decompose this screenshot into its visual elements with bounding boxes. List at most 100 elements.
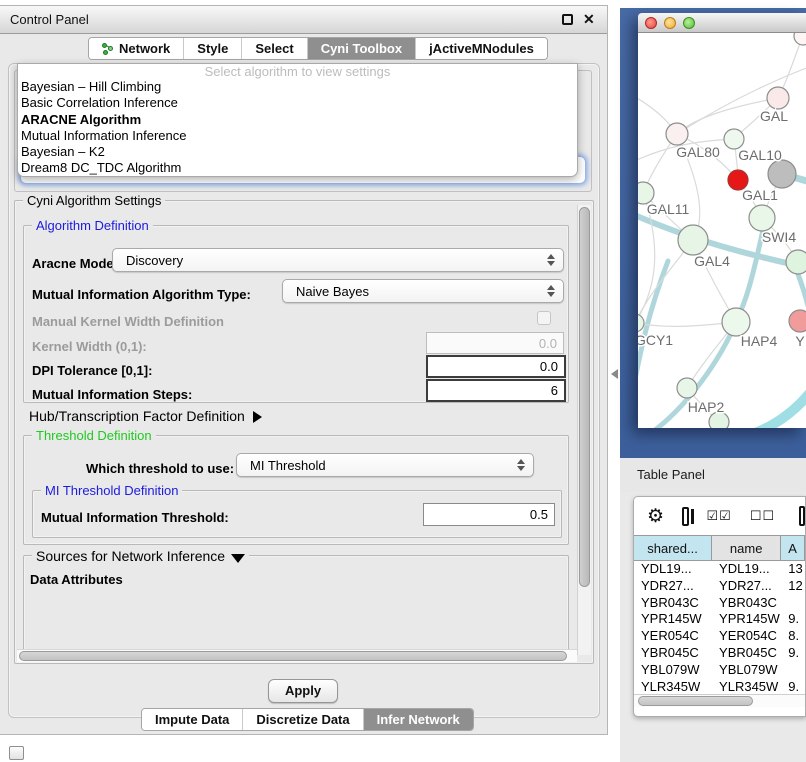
cyni-algorithm-settings-group: Cyni Algorithm Settings Algorithm Defini… xyxy=(14,200,594,664)
network-graph[interactable]: GALGAL80GAL10GAL1GAL11SWI4GAL4GCY1HAP4YH… xyxy=(638,33,806,428)
tab-infer-network[interactable]: Infer Network xyxy=(364,709,473,730)
panel-splitter-icon[interactable] xyxy=(611,369,618,379)
dropdown-item[interactable]: Dream8 DC_TDC Algorithm xyxy=(18,160,577,176)
table-cell: 8. xyxy=(781,628,805,645)
tab-select[interactable]: Select xyxy=(242,38,307,59)
sources-group-title[interactable]: Sources for Network Inference xyxy=(32,548,249,564)
tab-discretize-data[interactable]: Discretize Data xyxy=(243,709,363,730)
network-canvas[interactable]: GALGAL80GAL10GAL1GAL11SWI4GAL4GCY1HAP4YH… xyxy=(638,33,806,428)
algorithm-dropdown[interactable]: Select algorithm to view settings Bayesi… xyxy=(17,63,578,177)
network-node[interactable] xyxy=(638,314,644,332)
tab-cyni-toolbox[interactable]: Cyni Toolbox xyxy=(308,38,416,59)
scrollbar-thumb[interactable] xyxy=(19,651,567,661)
node-label: GAL11 xyxy=(647,201,690,217)
column-header[interactable]: A xyxy=(781,536,805,560)
select-all-checks-icon[interactable]: ☑☑ xyxy=(707,508,732,524)
column-header[interactable]: name xyxy=(712,536,781,560)
network-icon xyxy=(102,43,114,55)
close-icon[interactable]: ✕ xyxy=(583,11,595,28)
kernel-width-value: 0.0 xyxy=(539,336,557,351)
tab-label: Style xyxy=(197,41,228,56)
table-row[interactable]: YBR043CYBR043C xyxy=(634,595,805,612)
settings-vertical-scrollbar[interactable] xyxy=(577,205,591,655)
network-node[interactable] xyxy=(768,160,796,188)
dropdown-item[interactable]: Mutual Information Inference xyxy=(18,128,577,144)
table-cell: YER054C xyxy=(634,628,712,645)
network-edge[interactable] xyxy=(750,385,806,428)
table-row[interactable]: YDL19...YDL19...13 xyxy=(634,561,805,578)
node-label: GCY1 xyxy=(638,332,673,348)
table-cell: YBR043C xyxy=(634,595,712,612)
network-node[interactable] xyxy=(724,129,744,149)
table-row[interactable]: YDR27...YDR27...12 xyxy=(634,578,805,595)
data-attributes-label: Data Attributes xyxy=(30,572,123,587)
dropdown-item[interactable]: Basic Correlation Inference xyxy=(18,95,577,111)
table-cell: YBR043C xyxy=(712,595,781,612)
minimize-traffic-light-icon[interactable] xyxy=(664,17,676,29)
table-cell xyxy=(781,662,805,679)
dropdown-item[interactable]: ARACNE Algorithm xyxy=(18,112,577,128)
gear-icon[interactable]: ⚙ xyxy=(647,507,664,526)
which-threshold-combo[interactable]: MI Threshold xyxy=(236,453,534,477)
scrollbar-thumb[interactable] xyxy=(579,207,590,587)
network-node[interactable] xyxy=(678,225,708,255)
manual-kernel-label: Manual Kernel Width Definition xyxy=(32,314,224,329)
network-node[interactable] xyxy=(666,123,688,145)
table-row[interactable]: YLR345WYLR345W9. xyxy=(634,679,805,694)
table-row[interactable]: YBR045CYBR045C9. xyxy=(634,645,805,662)
float-window-icon[interactable] xyxy=(562,14,573,25)
mi-steps-value: 6 xyxy=(551,383,558,398)
apply-button[interactable]: Apply xyxy=(268,679,338,703)
tab-jactivemnodules[interactable]: jActiveMNodules xyxy=(416,38,547,59)
tab-style[interactable]: Style xyxy=(184,38,242,59)
minimized-panel-icon[interactable] xyxy=(9,746,24,760)
table-cell: 9. xyxy=(781,645,805,662)
node-label: SWI4 xyxy=(762,229,796,245)
tab-network[interactable]: Network xyxy=(89,38,184,59)
hub-section-toggle[interactable]: Hub/Transcription Factor Definition xyxy=(29,408,262,424)
network-node[interactable] xyxy=(677,378,697,398)
table-cell: YBL079W xyxy=(634,662,712,679)
node-label: GAL80 xyxy=(676,144,720,160)
columns-icon[interactable] xyxy=(682,507,688,526)
zoom-traffic-light-icon[interactable] xyxy=(683,17,695,29)
which-threshold-value: MI Threshold xyxy=(250,458,326,473)
screen: Control Panel ✕ NetworkStyleSelectCyni T… xyxy=(0,0,806,762)
tab-label: Discretize Data xyxy=(256,712,349,727)
mi-threshold-field[interactable]: 0.5 xyxy=(423,503,555,526)
aracne-mode-combo[interactable]: Discovery xyxy=(112,248,564,272)
table-row[interactable]: YER054CYER054C8. xyxy=(634,628,805,645)
network-node[interactable] xyxy=(789,310,806,332)
combo-spinner-icon xyxy=(517,459,525,471)
table-cell: YDL19... xyxy=(712,561,781,578)
node-label: GAL4 xyxy=(694,253,730,269)
network-edge[interactable] xyxy=(638,322,736,326)
network-node[interactable] xyxy=(794,33,806,45)
network-node[interactable] xyxy=(749,205,775,231)
table-horizontal-scrollbar[interactable] xyxy=(634,694,805,707)
network-window-titlebar[interactable] xyxy=(638,13,806,33)
network-node[interactable] xyxy=(767,87,789,109)
mi-threshold-value: 0.5 xyxy=(530,507,548,522)
mi-steps-field[interactable]: 6 xyxy=(426,379,566,402)
network-node[interactable] xyxy=(722,308,750,336)
collapse-arrow-icon xyxy=(231,554,245,563)
manual-kernel-checkbox[interactable] xyxy=(537,311,551,325)
table-cell: YPR145W xyxy=(712,611,781,628)
deselect-all-checks-icon[interactable]: ☐☐ xyxy=(750,508,775,524)
dropdown-item[interactable]: Bayesian – Hill Climbing xyxy=(18,79,577,95)
table-row[interactable]: YPR145WYPR145W9. xyxy=(634,611,805,628)
settings-horizontal-scrollbar[interactable] xyxy=(17,649,577,662)
table-row[interactable]: YBL079WYBL079W xyxy=(634,662,805,679)
kernel-width-field[interactable]: 0.0 xyxy=(426,332,564,354)
column-header[interactable]: shared... xyxy=(634,536,712,560)
close-traffic-light-icon[interactable] xyxy=(645,17,657,29)
export-table-icon[interactable] xyxy=(799,506,805,526)
tab-impute-data[interactable]: Impute Data xyxy=(142,709,243,730)
network-node[interactable] xyxy=(786,250,806,274)
mi-type-combo[interactable]: Naive Bayes xyxy=(282,279,564,303)
table-cell: YBR045C xyxy=(712,645,781,662)
dpi-tolerance-field[interactable]: 0.0 xyxy=(426,355,566,378)
scrollbar-thumb[interactable] xyxy=(638,696,753,706)
dropdown-item[interactable]: Bayesian – K2 xyxy=(18,144,577,160)
